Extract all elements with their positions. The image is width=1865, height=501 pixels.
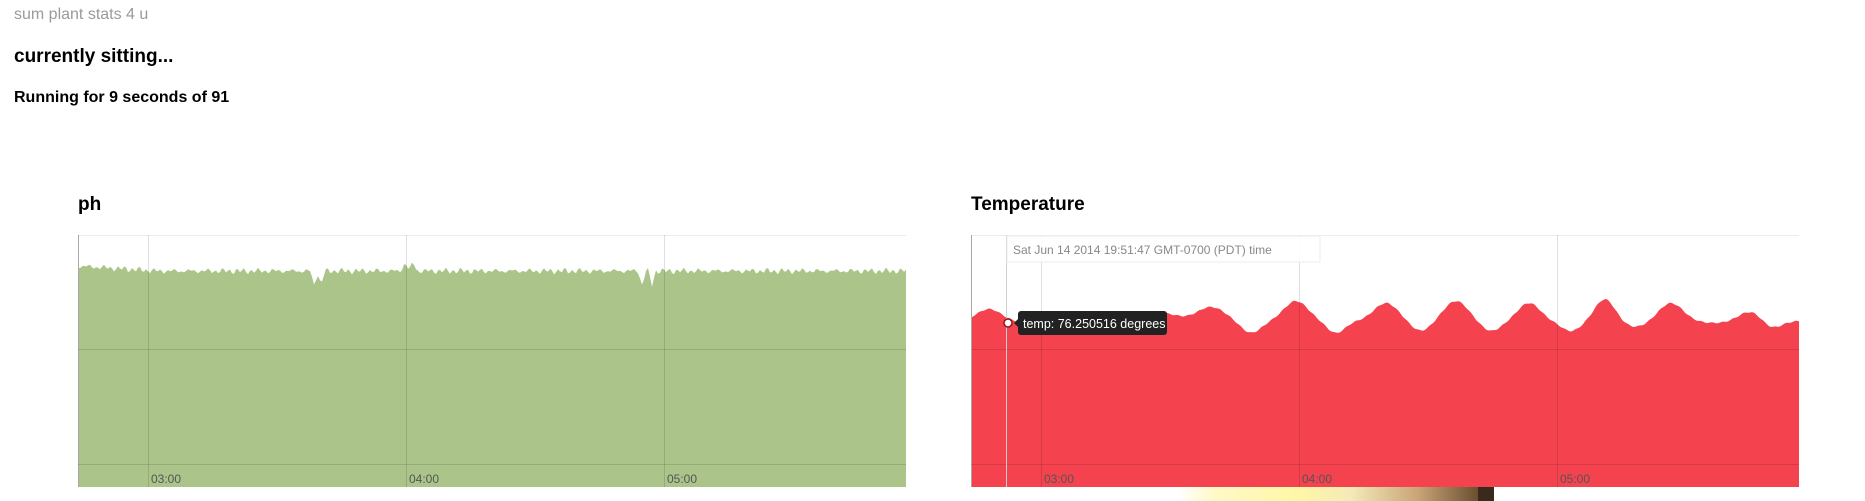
photo-highlight — [1178, 487, 1478, 501]
ph-chart-title: ph — [78, 194, 102, 215]
hover-dot — [1003, 318, 1013, 328]
temperature-chart-title: Temperature — [971, 194, 1085, 215]
x-tick-label: 04:00 — [409, 472, 439, 486]
x-tick-label: 03:00 — [1044, 472, 1074, 486]
ph-area — [78, 262, 906, 487]
photo-dark-edge — [1478, 487, 1494, 501]
site-title: sum plant stats 4 u — [14, 6, 149, 23]
x-tick-label: 04:00 — [1302, 472, 1332, 486]
x-tick-label: 05:00 — [1560, 472, 1590, 486]
temperature-chart[interactable]: 03:00 04:00 05:00 Sat Jun 14 2014 19:51:47… — [971, 235, 1799, 487]
ph-chart[interactable]: 03:00 04:00 05:00 — [78, 235, 906, 487]
partial-photo — [1178, 487, 1588, 501]
x-tick-label: 03:00 — [151, 472, 181, 486]
status-heading: currently sitting... — [14, 46, 174, 67]
x-tick-label: 05:00 — [667, 472, 697, 486]
tooltip-label: temp: 76.250516 degrees — [1023, 317, 1165, 331]
running-status: Running for 9 seconds of 91 — [14, 89, 230, 106]
hover-time-label: Sat Jun 14 2014 19:51:47 GMT-0700 (PDT) … — [1013, 243, 1272, 257]
